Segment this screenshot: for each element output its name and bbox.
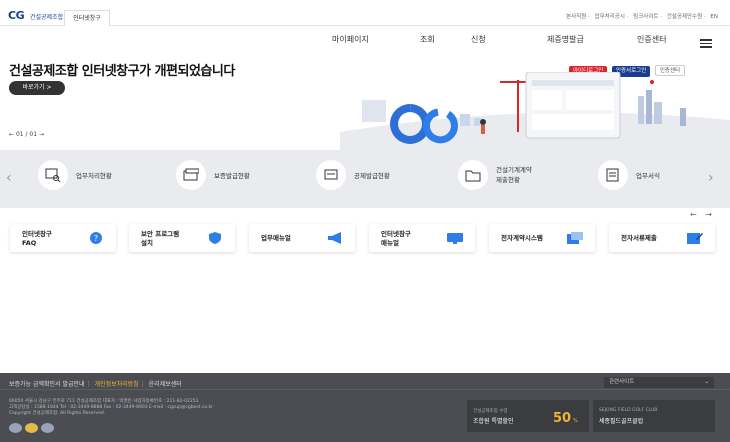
svg-text:?: ?	[94, 234, 98, 243]
footer: 보증가능 금액확인서 발급안내 | 개인정보처리방침 | 윤리제보센터 관련사이트 …	[0, 373, 730, 442]
card-e-contract[interactable]: 전자계약시스템	[489, 224, 595, 252]
quick-service-label: 건설기계계약 제출현황	[496, 166, 532, 184]
card-label: 인터넷창구 FAQ	[22, 230, 52, 247]
golf-club-banner[interactable]: SEJONG FIELD GOLF CLUB 세종필드골프클럽	[593, 400, 715, 432]
banner-percent-unit: %	[573, 418, 578, 424]
quick-service-label: 보증발급현황	[214, 172, 250, 180]
main-nav: 마이페이지 조회 신청 제증명발급 인증센터	[0, 34, 730, 50]
related-sites-label: 관련사이트	[609, 379, 635, 385]
footer-links: 보증가능 금액확인서 발급안내 | 개인정보처리방침 | 윤리제보센터	[9, 381, 182, 388]
util-link-sites[interactable]: 링크사이트	[633, 14, 658, 20]
question-icon: ?	[90, 232, 102, 244]
hero-title: 건설공제조합 인터넷창구가 개편되었습니다	[9, 64, 235, 79]
next-arrow-icon[interactable]: →	[39, 131, 44, 138]
util-link-staff[interactable]: 본사직원	[566, 14, 586, 20]
quick-service-work-status[interactable]: 업무처리현황	[38, 160, 168, 190]
footer-link-guarantee-info[interactable]: 보증가능 금액확인서 발급안내	[9, 381, 85, 388]
nav-item-inquiry[interactable]: 조회	[420, 34, 435, 45]
megaphone-icon	[328, 232, 341, 244]
logo-mark: CG	[8, 9, 25, 22]
chevron-down-icon: ⌄	[704, 379, 709, 385]
card-e-document-submit[interactable]: 전자서류제출	[609, 224, 715, 252]
related-sites-select[interactable]: 관련사이트 ⌄	[604, 377, 714, 388]
banner-title: 세종필드골프클럽	[599, 418, 644, 425]
quick-service-forms[interactable]: 업무서식	[598, 160, 698, 190]
util-link-academy[interactable]: 건설공제안수원	[667, 14, 702, 20]
footer-address: 06050 서울시 강남구 언주로 711 건설공제조합 대표자 : 박영빈 사…	[9, 399, 213, 417]
card-icon	[176, 160, 206, 190]
stack-icon	[316, 160, 346, 190]
quick-service-machine-contract[interactable]: 건설기계계약 제출현황	[458, 160, 588, 190]
nav-item-certificate[interactable]: 제증명발급	[547, 34, 584, 45]
cert-badge-icon	[9, 423, 22, 433]
copyright: Copyright 건설공제조합. All Rights Reserved.	[9, 411, 106, 416]
pager-count: 01 / 01	[15, 131, 38, 138]
card-faq[interactable]: 인터넷창구 FAQ ?	[10, 224, 116, 252]
certification-badges	[9, 423, 57, 435]
document-search-icon	[38, 160, 68, 190]
quick-service-label: 공제발급현황	[354, 172, 390, 180]
nav-item-mypage[interactable]: 마이페이지	[332, 34, 369, 45]
cert-badge-icon	[25, 423, 38, 433]
band-prev-icon[interactable]: ‹	[6, 170, 12, 186]
card-next-icon[interactable]: →	[705, 210, 712, 219]
card-work-manual[interactable]: 업무매뉴얼	[249, 224, 355, 252]
monitor-icon	[447, 233, 463, 244]
footer-link-ethics[interactable]: 윤리제보센터	[149, 381, 182, 388]
hero-cta-button[interactable]: 바로가기 >	[9, 81, 65, 95]
card-label: 전자계약시스템	[501, 234, 543, 242]
folder-icon	[458, 160, 488, 190]
utility-links: 본사직원 · 업무처리공시 · 링크사이트 · 건설공제안수원 · EN	[566, 14, 718, 20]
card-web-manual[interactable]: 인터넷창구 매뉴얼	[369, 224, 475, 252]
banner-percent: 50	[553, 411, 572, 426]
card-nav: ← →	[690, 210, 712, 219]
footer-link-privacy[interactable]: 개인정보처리방침	[95, 381, 139, 388]
card-label: 업무매뉴얼	[261, 234, 291, 242]
menu-icon[interactable]	[700, 39, 712, 50]
hero-illustration	[340, 72, 730, 150]
hero-banner: 건설공제조합 인터넷창구가 개편되었습니다 바로가기 > 아이디로그인 인증서로…	[0, 52, 730, 150]
nav-item-apply[interactable]: 신청	[471, 34, 486, 45]
banner-small-text: 건설공제조합 수령	[473, 409, 508, 414]
util-link-disclosure[interactable]: 업무처리공시	[595, 14, 625, 20]
cert-badge-icon	[41, 423, 54, 433]
member-discount-banner[interactable]: 건설공제조합 수령 조합원 특별할인 50 %	[467, 400, 589, 432]
quick-service-label: 업무서식	[636, 172, 660, 180]
quick-service-mutual-status[interactable]: 공제발급현황	[316, 160, 446, 190]
top-bar: CG 건설공제조합 인터넷창구 본사직원 · 업무처리공시 · 링크사이트 · …	[0, 0, 730, 26]
contract-icon	[567, 232, 583, 244]
quick-service-guarantee-status[interactable]: 보증발급현황	[176, 160, 306, 190]
prev-arrow-icon[interactable]: ←	[9, 131, 14, 138]
shield-icon	[209, 232, 221, 244]
card-label: 인터넷창구 매뉴얼	[381, 230, 411, 247]
form-icon	[598, 160, 628, 190]
tab-internet-window[interactable]: 인터넷창구	[64, 10, 110, 26]
slide-pager: ← 01 / 01 →	[9, 131, 44, 138]
card-security-program[interactable]: 보안 프로그램 설치	[129, 224, 235, 252]
banner-title: 조합원 특별할인	[473, 418, 514, 425]
band-next-icon[interactable]: ›	[708, 170, 714, 186]
cg-logo[interactable]: CG	[8, 9, 25, 22]
quick-services-band: ‹ › 업무처리현황 보증발급현황 공제발급현황 건설기계계약 제출현황 업무서…	[0, 150, 730, 208]
card-label: 전자서류제출	[621, 234, 657, 242]
util-link-en[interactable]: EN	[710, 14, 718, 20]
logo-text: 건설공제조합	[30, 14, 64, 21]
card-label: 보안 프로그램 설치	[141, 230, 180, 247]
quick-service-label: 업무처리현황	[76, 172, 112, 180]
edit-icon	[687, 233, 703, 244]
nav-item-auth-center[interactable]: 인증센터	[637, 34, 666, 45]
banner-small-text: SEJONG FIELD GOLF CLUB	[599, 408, 658, 413]
card-prev-icon[interactable]: ←	[690, 210, 697, 219]
